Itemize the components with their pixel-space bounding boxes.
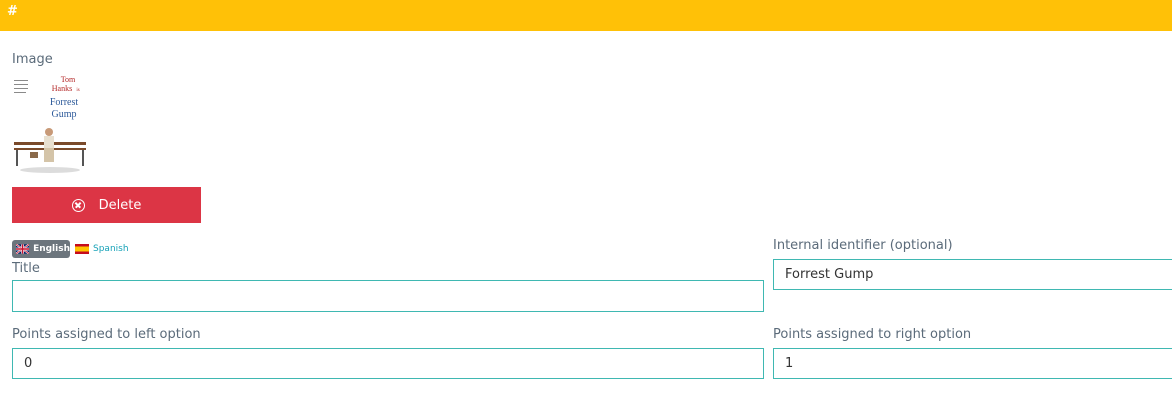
tab-english[interactable]: English bbox=[12, 240, 70, 258]
tab-spanish[interactable]: Spanish bbox=[75, 240, 129, 258]
poster-art: Tom Hanks is Forrest Gump bbox=[12, 74, 88, 178]
right-points-label: Points assigned to right option bbox=[773, 327, 972, 342]
poster-line1: Tom bbox=[61, 75, 76, 84]
title-label: Title bbox=[12, 261, 40, 276]
poster-line2: Hanks bbox=[52, 84, 72, 93]
internal-identifier-label: Internal identifier (optional) bbox=[773, 238, 953, 253]
spain-flag-icon bbox=[75, 244, 89, 254]
left-points-label: Points assigned to left option bbox=[12, 327, 201, 342]
uk-flag-icon bbox=[16, 244, 30, 254]
tab-spanish-label: Spanish bbox=[93, 244, 129, 254]
poster-line3: Forrest bbox=[50, 97, 79, 108]
left-points-input[interactable] bbox=[12, 348, 764, 379]
poster-image: Tom Hanks is Forrest Gump bbox=[12, 74, 88, 178]
top-bar: # bbox=[0, 0, 1172, 31]
poster-line4: Gump bbox=[52, 109, 77, 120]
title-input[interactable] bbox=[12, 280, 764, 312]
right-points-input[interactable] bbox=[773, 348, 1172, 379]
hash-label: # bbox=[7, 4, 18, 19]
close-circle-icon bbox=[71, 198, 85, 212]
delete-button[interactable]: Delete bbox=[12, 187, 201, 223]
tab-english-label: English bbox=[33, 244, 70, 254]
internal-identifier-input[interactable] bbox=[773, 259, 1172, 290]
image-label: Image bbox=[12, 52, 53, 67]
poster-line2-suffix: is bbox=[76, 88, 79, 93]
delete-label: Delete bbox=[98, 197, 142, 213]
